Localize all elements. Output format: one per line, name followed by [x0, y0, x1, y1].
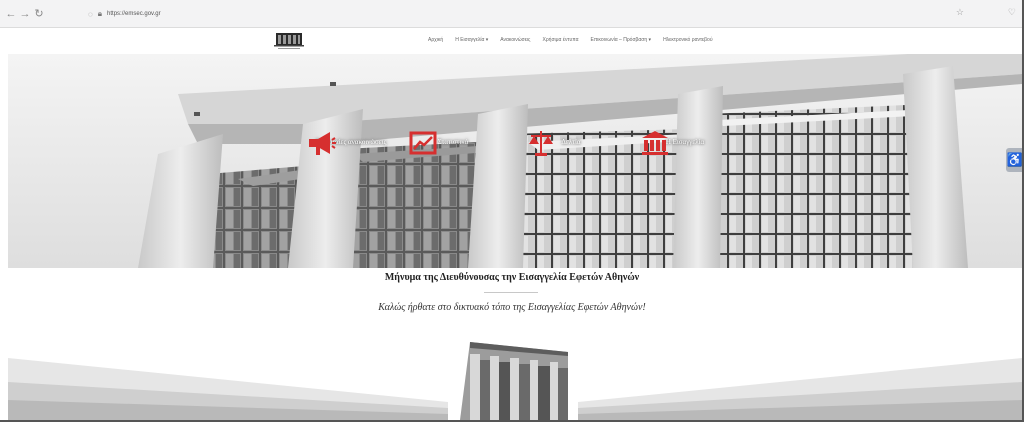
menu-item-appointment[interactable]: Ηλεκτρονικό ραντεβού [663, 37, 713, 43]
message-title: Μήνυμα της Διευθύνουσας την Εισαγγελία Ε… [384, 272, 640, 283]
browser-window: ← → ↻ ◌ 🔒︎ https://emsec.gov.gr ☆ ♡ Αρχι… [0, 0, 1024, 422]
reload-icon[interactable]: ↻ [32, 7, 46, 20]
toolbar-right: ☆ ♡ [956, 7, 1016, 18]
forward-arrow-icon[interactable]: → [18, 8, 32, 20]
shield-icon[interactable]: ◌ [88, 10, 93, 19]
building-illustration [8, 342, 1022, 420]
scales-icon [529, 131, 553, 156]
menu-item-forms[interactable]: Χρήσιμα έντυπα [542, 37, 578, 43]
menu-item-home[interactable]: Αρχική [428, 37, 443, 43]
hero-link-announcements[interactable]: Τελευταίες ανακοινώσεις [306, 128, 396, 155]
hero-link-bulletins[interactable]: Δελτία [526, 128, 616, 156]
menu-item-contact[interactable]: Επικοινωνία – Πρόσβαση ▾ [591, 37, 652, 43]
chart-icon [409, 131, 437, 155]
accessibility-button[interactable]: ♿ [1006, 148, 1024, 172]
hero-link-prosecution[interactable]: Η Εισαγγελία [640, 128, 730, 155]
courthouse-icon [642, 131, 668, 155]
courthouse-photo [8, 54, 1022, 268]
menu-item-prosecution[interactable]: Η Εισαγγελία ▾ [455, 37, 488, 43]
title-divider [484, 292, 538, 293]
site-header: Αρχική Η Εισαγγελία ▾ Ανακοινώσεις Χρήσι… [0, 28, 1022, 54]
court-building-logo[interactable] [272, 31, 306, 51]
url-text[interactable]: https://emsec.gov.gr [107, 11, 161, 17]
megaphone-icon [309, 132, 336, 155]
reader-icon[interactable]: ☆ [956, 7, 964, 18]
menu-item-announcements[interactable]: Ανακοινώσεις [500, 37, 530, 43]
welcome-text: Καλώς ήρθατε στο δικτυακό τόπο της Εισαγ… [378, 302, 646, 313]
wheelchair-icon: ♿ [1006, 152, 1024, 167]
hero-banner: Τελευταίες ανακοινώσεις Στατιστικά Δελτί… [8, 54, 1022, 268]
hero-link-statistics[interactable]: Στατιστικά [408, 128, 498, 155]
address-bar[interactable]: ◌ 🔒︎ https://emsec.gov.gr [88, 6, 938, 22]
browser-toolbar: ← → ↻ ◌ 🔒︎ https://emsec.gov.gr ☆ ♡ [0, 0, 1022, 28]
lock-icon[interactable]: 🔒︎ [98, 9, 102, 19]
back-arrow-icon[interactable]: ← [4, 8, 18, 20]
main-menu: Αρχική Η Εισαγγελία ▾ Ανακοινώσεις Χρήσι… [428, 37, 713, 43]
extension-icon[interactable]: ♡ [1008, 7, 1016, 18]
bottom-decoration [8, 330, 1022, 420]
